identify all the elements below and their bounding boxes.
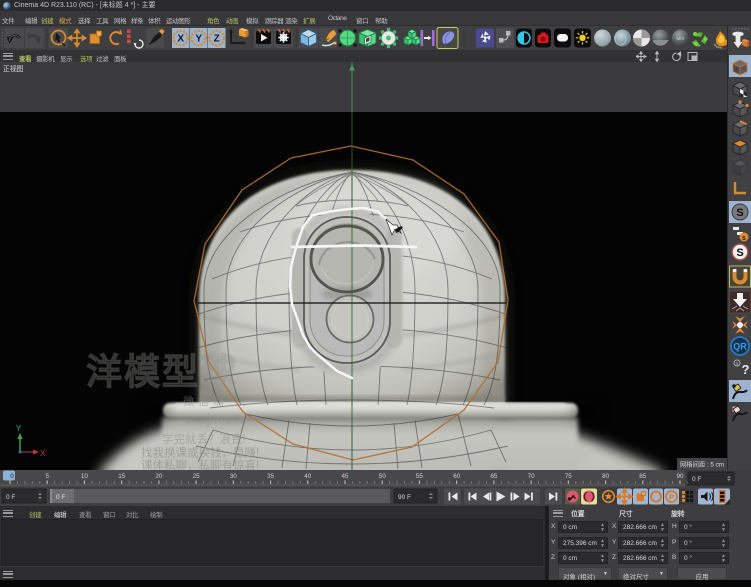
svg-text:0 F: 0 F xyxy=(56,494,65,501)
svg-text:0 F: 0 F xyxy=(6,494,15,501)
svg-text:80: 80 xyxy=(602,473,610,480)
svg-text:QR: QR xyxy=(733,342,747,352)
svg-text:S: S xyxy=(736,207,743,219)
svg-text:85: 85 xyxy=(639,473,647,480)
svg-text:35: 35 xyxy=(267,473,275,480)
svg-text:10: 10 xyxy=(81,473,89,480)
svg-text:20: 20 xyxy=(155,473,163,480)
svg-text:40: 40 xyxy=(304,473,312,480)
svg-text:Z: Z xyxy=(214,34,220,45)
svg-text:90: 90 xyxy=(676,473,684,480)
svg-text:洋模型球: 洋模型球 xyxy=(86,351,238,392)
svg-text:60: 60 xyxy=(453,473,461,480)
svg-text:Y: Y xyxy=(195,34,202,45)
svg-text:0 F: 0 F xyxy=(692,476,701,483)
svg-text:90 F: 90 F xyxy=(398,494,411,501)
svg-text:5: 5 xyxy=(45,473,49,480)
svg-text:Y: Y xyxy=(16,424,22,433)
svg-text:c4dpro998: c4dpro998 xyxy=(186,415,247,427)
svg-text:MIX: MIX xyxy=(676,36,684,41)
svg-text:50: 50 xyxy=(379,473,387,480)
svg-text:找我换课或换钱，稳赚!: 找我换课或换钱，稳赚! xyxy=(141,446,259,460)
svg-text:45: 45 xyxy=(341,473,349,480)
svg-text:25: 25 xyxy=(193,473,201,480)
svg-text:15: 15 xyxy=(118,473,126,480)
svg-text:s: s xyxy=(742,235,746,242)
svg-text:X: X xyxy=(40,449,46,458)
svg-text:30: 30 xyxy=(230,473,238,480)
svg-text:75: 75 xyxy=(565,473,573,480)
svg-text:网格间距 : 5 cm: 网格间距 : 5 cm xyxy=(680,460,724,469)
svg-text:X: X xyxy=(177,34,184,45)
svg-text:P: P xyxy=(669,492,674,501)
svg-text:课体私聊，私聊有惊喜!: 课体私聊，私聊有惊喜! xyxy=(141,458,259,470)
svg-text:?: ? xyxy=(742,362,750,377)
svg-text:S: S xyxy=(736,247,743,259)
svg-text:55: 55 xyxy=(416,473,424,480)
svg-text:学完就丢？浪费!: 学完就丢？浪费! xyxy=(162,432,246,446)
svg-text:0: 0 xyxy=(10,473,14,480)
svg-text:微信购 买: 微信购 买 xyxy=(183,394,250,408)
svg-text:70: 70 xyxy=(528,473,536,480)
svg-text:65: 65 xyxy=(490,473,498,480)
